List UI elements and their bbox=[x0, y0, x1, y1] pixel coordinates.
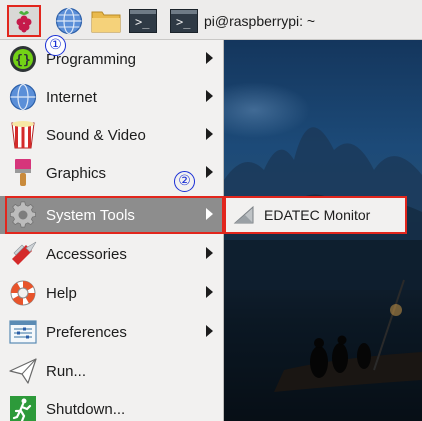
chevron-right-icon bbox=[206, 128, 213, 140]
sound-video-icon bbox=[8, 120, 38, 150]
terminal-icon: >_ bbox=[170, 9, 198, 33]
menu-item-help[interactable]: Help bbox=[0, 274, 224, 312]
exit-icon bbox=[8, 394, 38, 421]
menu-item-sound-video[interactable]: Sound & Video bbox=[0, 116, 224, 154]
menu-item-preferences[interactable]: Preferences bbox=[0, 313, 224, 351]
submenu-item-edatec-monitor[interactable]: EDATEC Monitor bbox=[224, 196, 407, 234]
globe-icon bbox=[8, 82, 38, 112]
chevron-right-icon bbox=[206, 286, 213, 298]
terminal-prompt-glyph: >_ bbox=[176, 15, 191, 29]
chevron-right-icon bbox=[206, 325, 213, 337]
chevron-right-icon bbox=[206, 247, 213, 259]
menu-item-internet[interactable]: Internet bbox=[0, 78, 224, 116]
menu-item-label: Help bbox=[46, 284, 77, 302]
monitor-app-icon bbox=[233, 205, 255, 230]
lifebuoy-icon bbox=[8, 278, 38, 308]
paper-plane-icon bbox=[8, 356, 38, 386]
menu-item-shutdown[interactable]: Shutdown... bbox=[0, 390, 224, 421]
file-manager-button[interactable] bbox=[89, 6, 123, 36]
svg-text:{}: {} bbox=[15, 53, 31, 68]
menu-item-accessories[interactable]: Accessories bbox=[0, 235, 224, 273]
raspberry-menu-button[interactable] bbox=[7, 5, 41, 37]
terminal-icon: >_ bbox=[129, 9, 157, 33]
paint-brush-icon bbox=[8, 158, 38, 188]
annotation-marker-2: ② bbox=[174, 171, 195, 192]
menu-item-label: Accessories bbox=[46, 245, 127, 263]
chevron-right-icon bbox=[206, 52, 213, 64]
taskbar: >_ >_ pi@raspberrypi: ~ bbox=[0, 0, 422, 40]
gear-icon bbox=[8, 200, 38, 230]
menu-item-label: Graphics bbox=[46, 164, 107, 182]
preferences-icon bbox=[8, 317, 38, 347]
taskbar-window-title: pi@raspberrypi: ~ bbox=[204, 13, 316, 29]
pocket-knife-icon bbox=[8, 239, 38, 269]
taskbar-window-terminal[interactable]: >_ pi@raspberrypi: ~ bbox=[170, 6, 370, 36]
menu-item-label: Sound & Video bbox=[46, 126, 146, 144]
menu-item-label: Preferences bbox=[46, 323, 127, 341]
menu-item-label: Run... bbox=[46, 362, 87, 380]
raspberry-icon bbox=[16, 11, 32, 33]
menu-item-run[interactable]: Run... bbox=[0, 352, 224, 390]
chevron-right-icon bbox=[206, 166, 213, 178]
chevron-right-icon bbox=[206, 90, 213, 102]
annotation-marker-1: ① bbox=[45, 35, 66, 56]
programming-icon: {} bbox=[8, 44, 38, 74]
system-tools-submenu: EDATEC Monitor bbox=[224, 196, 407, 234]
terminal-prompt-glyph: >_ bbox=[135, 15, 150, 29]
applications-menu: {} Programming Internet Sound & Video Gr… bbox=[0, 40, 224, 421]
terminal-launcher-button[interactable]: >_ bbox=[127, 6, 159, 36]
menu-item-system-tools[interactable]: System Tools bbox=[0, 196, 224, 234]
menu-item-label: Shutdown... bbox=[46, 400, 126, 418]
chevron-right-icon bbox=[206, 208, 213, 220]
menu-item-label: System Tools bbox=[46, 206, 135, 224]
menu-item-label: Internet bbox=[46, 88, 97, 106]
web-browser-button[interactable] bbox=[53, 6, 85, 36]
globe-icon bbox=[55, 7, 83, 35]
folder-icon bbox=[91, 11, 121, 33]
menu-item-programming[interactable]: {} Programming bbox=[0, 40, 224, 78]
submenu-item-label: EDATEC Monitor bbox=[264, 207, 371, 223]
